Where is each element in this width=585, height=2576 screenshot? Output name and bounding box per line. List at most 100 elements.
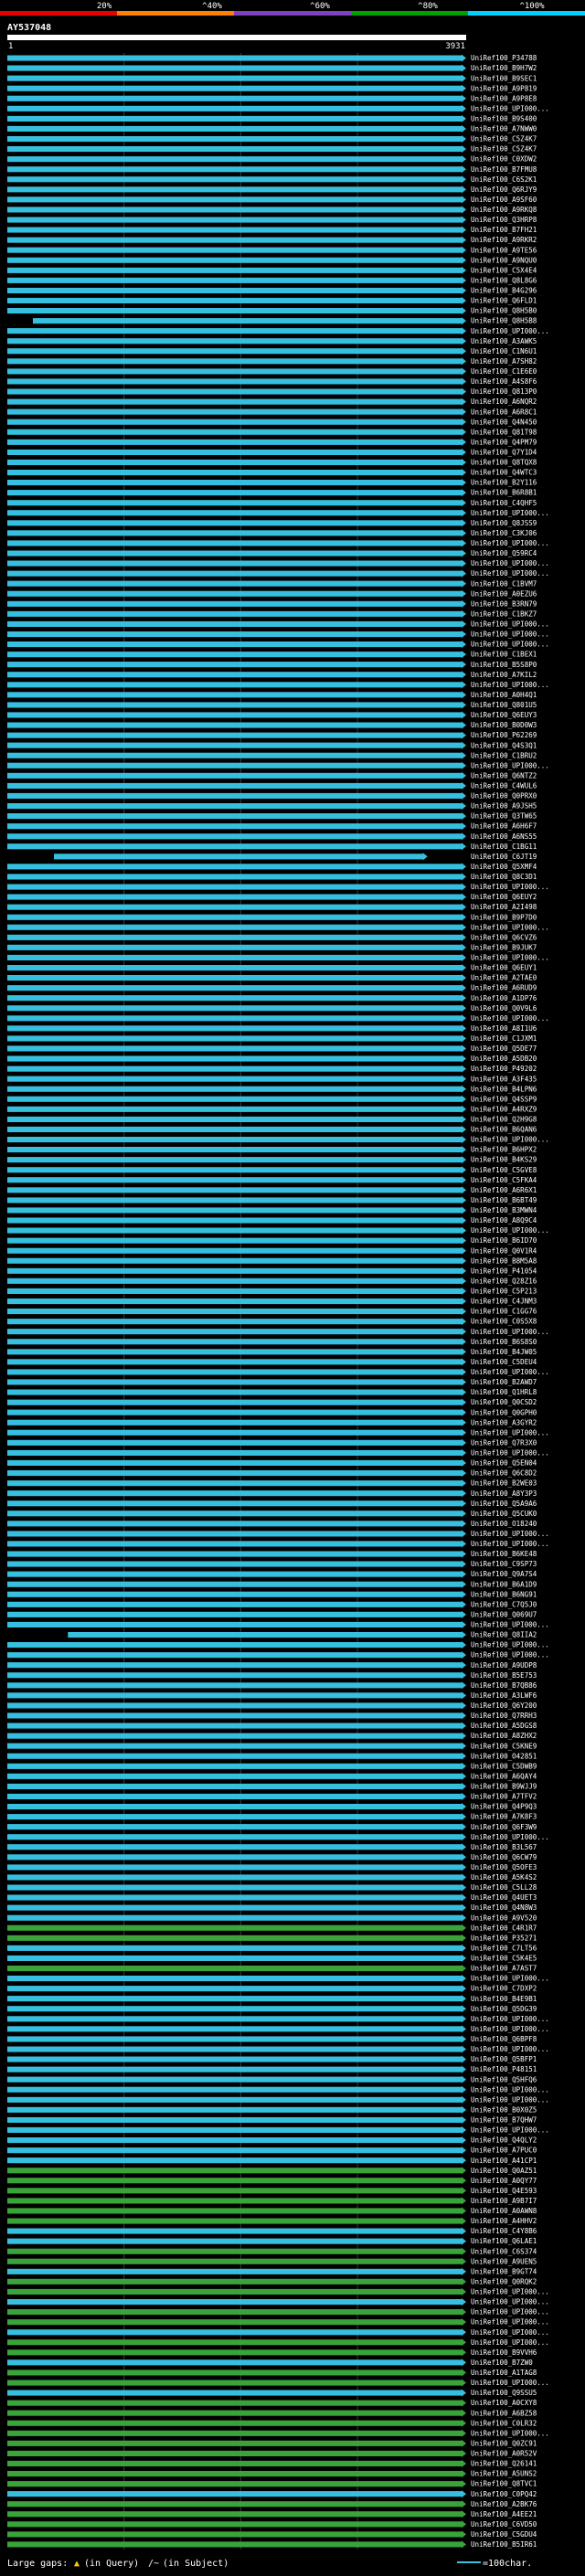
hit-label[interactable]: UniRef100_P34788 <box>471 54 537 62</box>
hit-label[interactable]: UniRef100_UPI000... <box>471 2025 549 2033</box>
hit-label[interactable]: UniRef100_Q4P9Q3 <box>471 1803 537 1811</box>
hit-row[interactable]: UniRef100_UPI000... <box>7 2379 549 2387</box>
hit-label[interactable]: UniRef100_Q2H9G8 <box>471 1116 537 1124</box>
hit-row[interactable]: UniRef100_B6QAN6 <box>7 1126 537 1134</box>
hit-bar[interactable] <box>7 2228 463 2234</box>
hit-row[interactable]: UniRef100_A1TAG8 <box>7 2369 537 2377</box>
hit-row[interactable]: UniRef100_C7Q5J0 <box>7 1600 537 1608</box>
hit-label[interactable]: UniRef100_B9JUK7 <box>471 944 537 952</box>
hit-label[interactable]: UniRef100_Q6BPF8 <box>471 2035 537 2043</box>
hit-bar[interactable] <box>7 1763 463 1769</box>
hit-label[interactable]: UniRef100_C0S5X8 <box>471 1318 537 1326</box>
hit-label[interactable]: UniRef100_A9UEN5 <box>471 2257 537 2265</box>
hit-row[interactable]: UniRef100_P48151 <box>7 2065 537 2073</box>
hit-label[interactable]: UniRef100_UPI000... <box>471 761 549 769</box>
hit-bar[interactable] <box>7 2168 463 2174</box>
hit-bar[interactable] <box>7 2440 463 2446</box>
hit-bar[interactable] <box>7 1035 463 1042</box>
hit-row[interactable]: UniRef100_Q7RRH3 <box>7 1712 537 1720</box>
hit-label[interactable]: UniRef100_Q8IIA2 <box>471 1631 537 1639</box>
hit-label[interactable]: UniRef100_C5Z4K7 <box>471 135 537 143</box>
hit-label[interactable]: UniRef100_A3AWK5 <box>471 337 537 345</box>
hit-bar[interactable] <box>33 318 463 324</box>
hit-label[interactable]: UniRef100_B9VVH6 <box>471 2348 537 2357</box>
hit-bar[interactable] <box>7 65 463 71</box>
hit-label[interactable]: UniRef100_B9SEC1 <box>471 74 537 82</box>
hit-label[interactable]: UniRef100_C5KNE9 <box>471 1742 537 1750</box>
hit-row[interactable]: UniRef100_C4R1R7 <box>7 1924 537 1932</box>
hit-row[interactable]: UniRef100_A6NS55 <box>7 832 537 841</box>
hit-row[interactable]: UniRef100_C5GDU4 <box>7 2530 537 2539</box>
hit-bar[interactable] <box>7 914 463 920</box>
hit-bar[interactable] <box>7 732 463 738</box>
hit-bar[interactable] <box>7 115 463 122</box>
hit-row[interactable]: UniRef100_A0CXY8 <box>7 2399 537 2407</box>
hit-bar[interactable] <box>7 2410 463 2416</box>
hit-bar[interactable] <box>7 2066 463 2072</box>
hit-row[interactable]: UniRef100_B9H7W2 <box>7 64 537 72</box>
hit-label[interactable]: UniRef100_Q3HRP8 <box>471 216 537 224</box>
hit-bar[interactable] <box>7 1712 463 1719</box>
hit-label[interactable]: UniRef100_B5S8P0 <box>471 661 537 669</box>
hit-row[interactable]: UniRef100_A3GYR2 <box>7 1418 537 1426</box>
hit-row[interactable]: UniRef100_B6S8S0 <box>7 1338 537 1346</box>
hit-label[interactable]: UniRef100_C1BVM7 <box>471 579 537 588</box>
hit-label[interactable]: UniRef100_A1DP76 <box>471 994 537 1002</box>
hit-label[interactable]: UniRef100_C7Q5J0 <box>471 1600 537 1608</box>
hit-label[interactable]: UniRef100_C5FKA4 <box>471 1176 537 1184</box>
hit-bar[interactable] <box>7 1541 463 1547</box>
hit-row[interactable]: UniRef100_A7NWW0 <box>7 125 537 133</box>
hit-label[interactable]: UniRef100_C1E6E0 <box>471 367 537 376</box>
hit-row[interactable]: UniRef100_UPI000... <box>7 1540 549 1548</box>
hit-row[interactable]: UniRef100_Q5CUK0 <box>7 1510 537 1518</box>
hit-row[interactable]: UniRef100_C1GG76 <box>7 1308 537 1316</box>
hit-row[interactable]: UniRef100_C4QHF5 <box>7 499 537 507</box>
hit-row[interactable]: UniRef100_C5LL28 <box>7 1883 537 1892</box>
hit-label[interactable]: UniRef100_A7PUC0 <box>471 2147 537 2155</box>
hit-bar[interactable] <box>7 1055 463 1062</box>
hit-row[interactable]: UniRef100_P62269 <box>7 731 537 739</box>
hit-label[interactable]: UniRef100_Q4UET3 <box>471 1893 537 1902</box>
hit-row[interactable]: UniRef100_C1BG11 <box>7 843 537 851</box>
hit-label[interactable]: UniRef100_A2BK76 <box>471 2500 537 2508</box>
hit-bar[interactable] <box>7 965 463 971</box>
hit-row[interactable]: UniRef100_Q8TVC1 <box>7 2480 537 2488</box>
hit-bar[interactable] <box>7 1743 463 1749</box>
hit-bar[interactable] <box>7 874 463 880</box>
hit-label[interactable]: UniRef100_A6RUD9 <box>471 984 537 992</box>
hit-row[interactable]: UniRef100_UPI000... <box>7 2429 549 2437</box>
hit-row[interactable]: UniRef100_Q0AZ51 <box>7 2167 537 2175</box>
hit-row[interactable]: UniRef100_UPI000... <box>7 1530 549 1538</box>
hit-row[interactable]: UniRef100_UPI000... <box>7 2318 549 2327</box>
hit-bar[interactable] <box>7 2006 463 2012</box>
hit-label[interactable]: UniRef100_C7DXP2 <box>471 1985 537 1993</box>
hit-label[interactable]: UniRef100_UPI000... <box>471 2095 549 2104</box>
hit-bar[interactable] <box>7 560 463 567</box>
hit-row[interactable]: UniRef100_A2I498 <box>7 903 537 911</box>
hit-row[interactable]: UniRef100_O18240 <box>7 1520 537 1528</box>
hit-bar[interactable] <box>7 1207 463 1214</box>
hit-bar[interactable] <box>7 1571 463 1577</box>
hit-label[interactable]: UniRef100_Q069U7 <box>471 1611 537 1619</box>
hit-label[interactable]: UniRef100_Q5DG39 <box>471 2005 537 2013</box>
hit-row[interactable]: UniRef100_A7KIL2 <box>7 671 537 679</box>
hit-label[interactable]: UniRef100_B3RN79 <box>471 599 537 608</box>
hit-label[interactable]: UniRef100_A4S8F6 <box>471 377 537 386</box>
hit-bar[interactable] <box>7 2491 463 2497</box>
hit-bar[interactable] <box>7 55 463 61</box>
hit-bar[interactable] <box>7 348 463 355</box>
hit-label[interactable]: UniRef100_C0PQ42 <box>471 2490 537 2498</box>
hit-row[interactable]: UniRef100_C1BRU2 <box>7 751 537 759</box>
hit-bar[interactable] <box>7 1591 463 1597</box>
hit-bar[interactable] <box>7 1834 463 1840</box>
hit-bar[interactable] <box>7 490 463 496</box>
hit-label[interactable]: UniRef100_Q8TVC1 <box>471 2480 537 2488</box>
hit-bar[interactable] <box>7 1015 463 1022</box>
hit-label[interactable]: UniRef100_A9RKQ8 <box>471 206 537 214</box>
hit-bar[interactable] <box>7 398 463 405</box>
hit-row[interactable]: UniRef100_UPI000... <box>7 1651 549 1659</box>
hit-row[interactable]: UniRef100_UPI000... <box>7 2298 549 2306</box>
hit-label[interactable]: UniRef100_Q6NTZ2 <box>471 771 537 779</box>
hit-bar[interactable] <box>7 1349 463 1355</box>
hit-label[interactable]: UniRef100_UPI000... <box>471 681 549 689</box>
